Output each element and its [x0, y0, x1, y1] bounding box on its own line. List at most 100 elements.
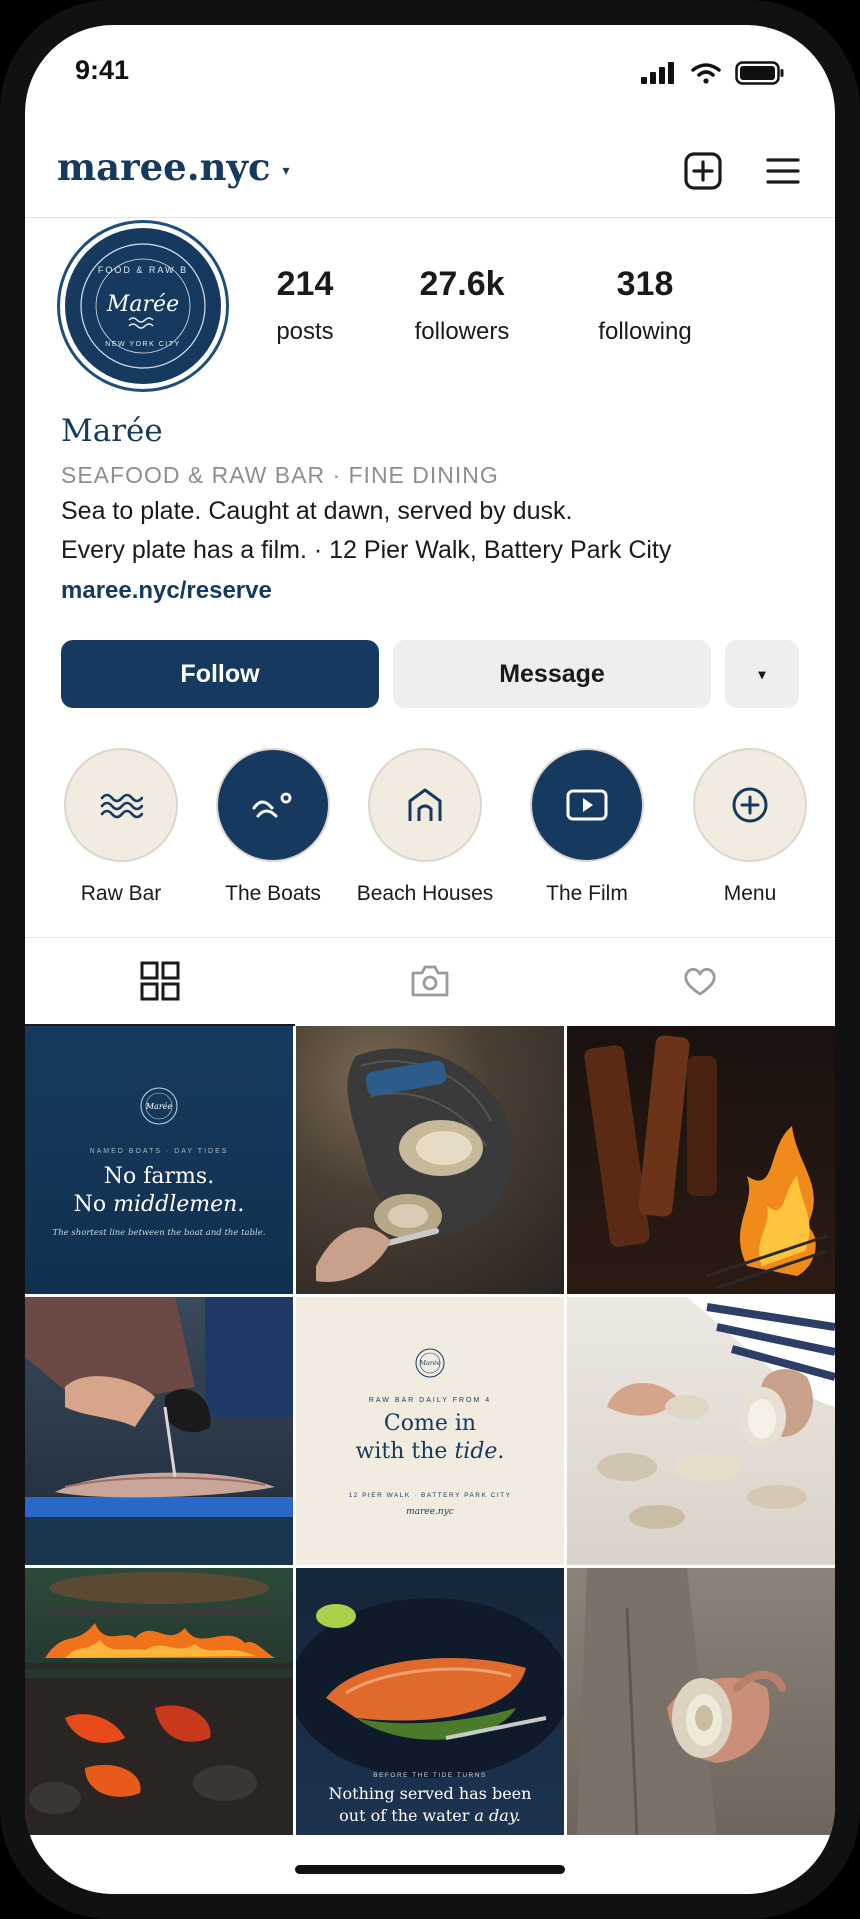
- highlight-label: Raw Bar: [80, 882, 162, 905]
- status-icons: [641, 61, 785, 85]
- highlight-label: The Film: [546, 882, 628, 905]
- highlight-raw-bar[interactable]: Raw Bar: [51, 748, 191, 906]
- stat-value: 318: [616, 265, 674, 303]
- new-post-button[interactable]: [679, 147, 727, 195]
- post-tile[interactable]: [567, 1026, 835, 1294]
- stat-posts[interactable]: 214 posts: [240, 265, 370, 346]
- stat-following[interactable]: 318 following: [565, 265, 725, 346]
- post-tile[interactable]: [25, 1568, 293, 1836]
- post-tile[interactable]: [567, 1297, 835, 1565]
- post-headline: out of the water a day.: [296, 1806, 564, 1825]
- highlight-label: The Boats: [225, 882, 321, 905]
- battery-icon: [735, 61, 784, 85]
- post-tile[interactable]: [25, 1297, 293, 1565]
- post-tile[interactable]: BEFORE THE TIDE TURNS Nothing served has…: [296, 1568, 564, 1836]
- tab-posts-grid[interactable]: [25, 938, 295, 1026]
- stat-value: 27.6k: [419, 265, 505, 303]
- highlight-the-film[interactable]: The Film: [517, 748, 657, 906]
- post-headline: No middlemen.: [25, 1192, 293, 1217]
- highlight-menu[interactable]: Menu: [680, 748, 820, 906]
- highlight-label: Menu: [723, 882, 777, 905]
- post-caption: The shortest line between the boat and t…: [52, 1228, 266, 1238]
- post-tile[interactable]: [567, 1568, 835, 1836]
- photo-wood-fire: [584, 1035, 828, 1290]
- username: maree.nyc: [57, 145, 271, 189]
- waves-icon: [100, 793, 143, 819]
- post-tile[interactable]: [296, 1026, 564, 1294]
- avatar: FOOD & RAW B Marée NEW YORK CITY: [65, 228, 221, 384]
- post-headline-part: out of the water: [339, 1806, 475, 1825]
- content-tabs: [25, 937, 835, 1026]
- stat-label: following: [598, 318, 692, 345]
- highlight-cover: [368, 748, 482, 862]
- photo-oyster-glove: [316, 1048, 513, 1282]
- brand-seal-icon: Marée: [415, 1348, 445, 1378]
- post-headline-part: with the: [355, 1439, 455, 1464]
- post-headline-italic: a day.: [474, 1806, 521, 1825]
- screen: 9:41 maree.nyc ▾ FOOD & RAW B Marée NEW …: [25, 25, 835, 1894]
- avatar-ring-text: FOOD & RAW B: [98, 265, 188, 275]
- heart-icon: [684, 967, 716, 996]
- post-headline: Come in: [383, 1411, 477, 1436]
- highlight-beach-houses[interactable]: Beach Houses: [355, 748, 495, 906]
- bio-line: Every plate has a film. · 12 Pier Walk, …: [61, 536, 672, 564]
- menu-button[interactable]: [759, 147, 807, 195]
- status-time: 9:41: [75, 55, 130, 85]
- highlight-the-boats[interactable]: The Boats: [203, 748, 343, 906]
- post-headline: Nothing served has been: [328, 1784, 532, 1803]
- stat-followers[interactable]: 27.6k followers: [387, 265, 537, 346]
- post-headline: with the tide.: [296, 1439, 564, 1464]
- house-icon: [408, 788, 442, 821]
- stat-label: posts: [276, 318, 334, 345]
- home-indicator[interactable]: [295, 1865, 565, 1874]
- status-bar: 9:41: [25, 25, 835, 125]
- brand-seal-icon: Marée: [140, 1087, 178, 1125]
- photo-oyster-hand: [577, 1568, 786, 1836]
- post-tile[interactable]: Marée RAW BAR DAILY FROM 4 Come in with …: [296, 1297, 564, 1565]
- play-icon: [566, 789, 608, 821]
- chevron-down-icon: ▾: [758, 665, 766, 682]
- stat-label: followers: [414, 318, 510, 345]
- photo-oysters-ice: [597, 1297, 835, 1529]
- post-kicker: RAW BAR DAILY FROM 4: [368, 1397, 492, 1404]
- highlight-cover: [64, 748, 178, 862]
- seal-brand-text: Marée: [418, 1359, 440, 1367]
- post-headline: No farms.: [103, 1164, 215, 1189]
- post-kicker: NAMED BOATS · DAY TIDES: [89, 1148, 229, 1155]
- account-switcher[interactable]: maree.nyc ▾: [57, 145, 290, 189]
- tab-liked[interactable]: [565, 938, 835, 1024]
- follow-button[interactable]: Follow: [61, 640, 379, 708]
- highlight-cover: [530, 748, 644, 862]
- chevron-down-icon: ▾: [282, 162, 290, 179]
- website-link[interactable]: maree.nyc/reserve: [61, 577, 272, 605]
- category-label: SEAFOOD & RAW BAR · FINE DINING: [61, 462, 499, 488]
- seal-brand-text: Marée: [145, 1102, 173, 1111]
- post-handle: maree.nyc: [406, 1507, 454, 1517]
- profile-avatar[interactable]: FOOD & RAW B Marée NEW YORK CITY: [57, 220, 229, 392]
- posts-grid: Marée NAMED BOATS · DAY TIDES No farms. …: [25, 1026, 835, 1836]
- message-button[interactable]: Message: [393, 640, 711, 708]
- phone-frame: 9:41 maree.nyc ▾ FOOD & RAW B Marée NEW …: [0, 0, 860, 1919]
- boat-icon: [252, 792, 292, 818]
- post-headline-part: No: [73, 1192, 114, 1217]
- hamburger-icon: [766, 158, 800, 184]
- display-name: Marée: [61, 413, 163, 449]
- add-square-icon: [684, 152, 722, 190]
- grid-icon: [140, 961, 180, 1001]
- avatar-brand-text: Marée: [106, 292, 179, 317]
- post-headline-italic: tide.: [454, 1439, 505, 1464]
- profile-header: maree.nyc ▾: [25, 125, 835, 218]
- photo-grill-coals: [25, 1572, 293, 1836]
- stat-value: 214: [276, 265, 334, 303]
- plus-circle-icon: [732, 787, 768, 823]
- tagged-camera-icon: [411, 965, 449, 997]
- avatar-logo: FOOD & RAW B Marée NEW YORK CITY: [80, 243, 206, 369]
- suggested-accounts-button[interactable]: ▾: [725, 640, 799, 708]
- highlight-cover: [693, 748, 807, 862]
- post-tile[interactable]: Marée NAMED BOATS · DAY TIDES No farms. …: [25, 1026, 293, 1294]
- avatar-city-text: NEW YORK CITY: [105, 341, 180, 348]
- tab-tagged[interactable]: [295, 938, 565, 1024]
- wifi-icon: [691, 63, 721, 84]
- signal-icon: [641, 62, 674, 84]
- photo-fish-filleting: [25, 1297, 293, 1565]
